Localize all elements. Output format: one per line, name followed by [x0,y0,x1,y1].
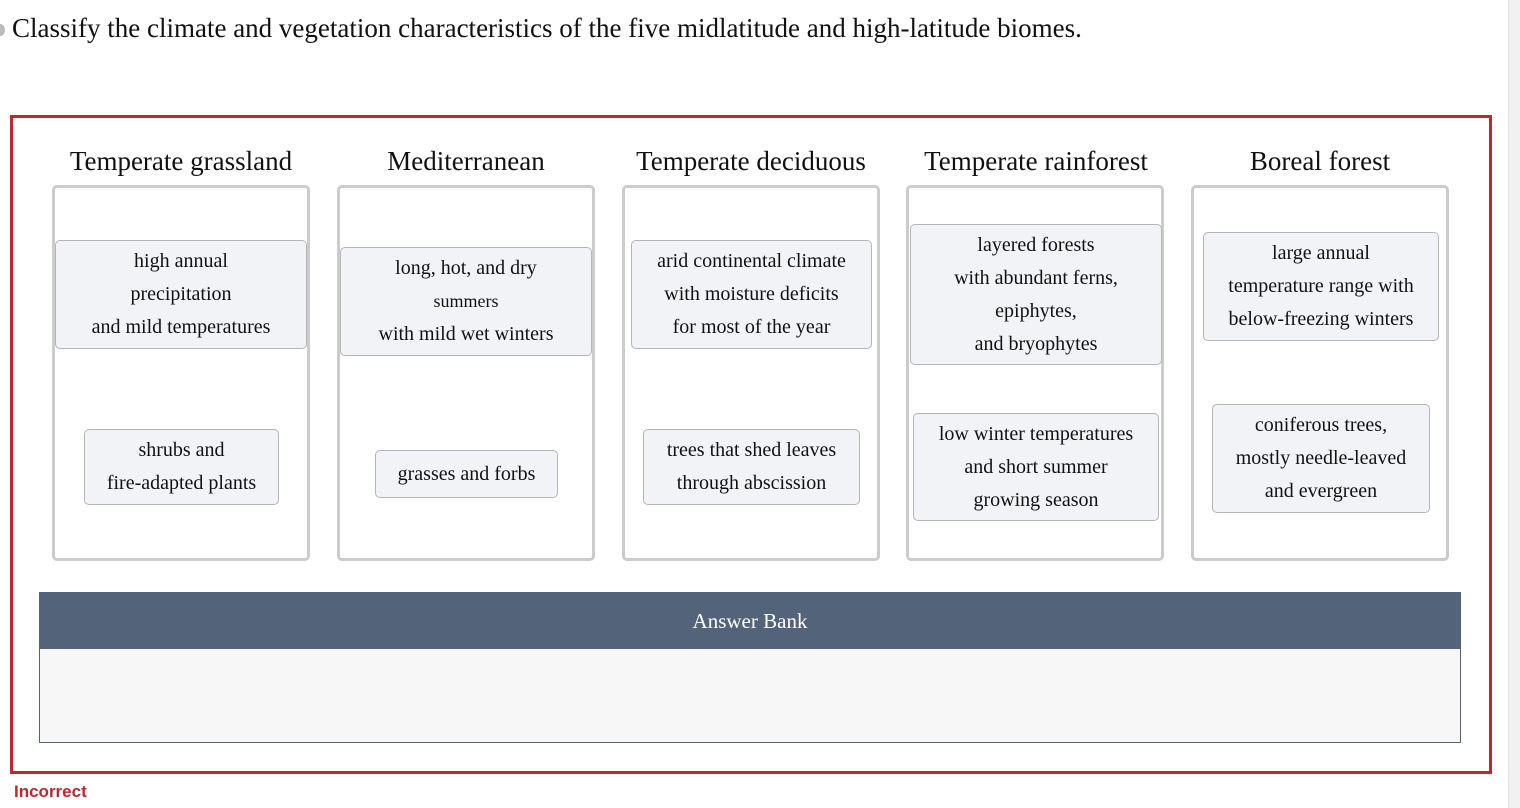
card-text-line: through abscission [676,472,827,494]
status-feedback: Incorrect [14,782,87,801]
category-title-temperate-grassland: Temperate grassland [69,146,293,176]
card-text-line: and evergreen [1264,480,1378,502]
card-text-line: with mild wet winters [378,323,554,345]
card-text-line: coniferous trees, [1254,414,1388,436]
card-text-line: grasses and forbs [397,462,536,485]
question-bullet-icon [0,24,5,36]
card-text-line: for most of the year [672,316,831,338]
card-text-line: trees that shed leaves [666,439,837,461]
answer-card[interactable]: coniferous trees, mostly needle-leaved a… [1212,404,1430,513]
card-text-line: and short summer [964,455,1108,478]
card-text-line: epiphytes, [995,299,1077,322]
drop-bin-mediterranean[interactable] [337,185,595,561]
question-text: Classify the climate and vegetation char… [12,13,1082,43]
answer-card[interactable]: trees that shed leaves through abscissio… [643,429,860,505]
answer-card[interactable]: shrubs and fire-adapted plants [84,429,279,505]
card-text-line: with abundant ferns, [954,266,1118,289]
category-title-temperate-rainforest: Temperate rainforest [924,146,1148,176]
answer-card[interactable]: low winter temperatures and short summer… [913,413,1159,521]
category-title-mediterranean: Mediterranean [387,146,545,176]
card-text-line: temperature range with [1228,275,1414,297]
card-text-line: growing season [973,488,1099,511]
answer-card[interactable]: grasses and forbs [375,450,558,498]
category-title-temperate-deciduous: Temperate deciduous [636,146,866,176]
category-title-boreal-forest: Boreal forest [1249,146,1391,176]
answer-card[interactable]: arid continental climate with moisture d… [631,240,872,349]
card-text-line: shrubs and [138,439,225,461]
page-scrollbar[interactable] [1508,0,1520,808]
card-text-line: and mild temperatures [91,316,271,338]
card-text-line: mostly needle-leaved [1235,447,1407,469]
card-text-line: precipitation [130,283,232,305]
card-text-line: arid continental climate [657,250,846,272]
answer-card[interactable]: high annual precipitation and mild tempe… [55,240,307,349]
card-text-line: and bryophytes [974,332,1098,355]
card-text-line: fire-adapted plants [106,472,257,494]
card-text-line: layered forests [977,233,1095,256]
answer-card[interactable]: layered forests with abundant ferns, epi… [910,224,1162,365]
answer-bank-header: Answer Bank [40,593,1460,649]
card-text-line: below-freezing winters [1228,308,1414,330]
answer-bank[interactable]: Answer Bank [39,592,1461,743]
answer-card[interactable]: large annual temperature range with belo… [1203,232,1439,341]
card-text-line: summers [433,291,499,311]
card-text-line: long, hot, and dry [395,257,537,279]
card-text-line: large annual [1272,242,1370,264]
answer-card[interactable]: long, hot, and dry summers with mild wet… [340,247,592,356]
card-text-line: with moisture deficits [664,283,839,305]
card-text-line: low winter temperatures [938,422,1134,445]
card-text-line: high annual [134,250,228,272]
